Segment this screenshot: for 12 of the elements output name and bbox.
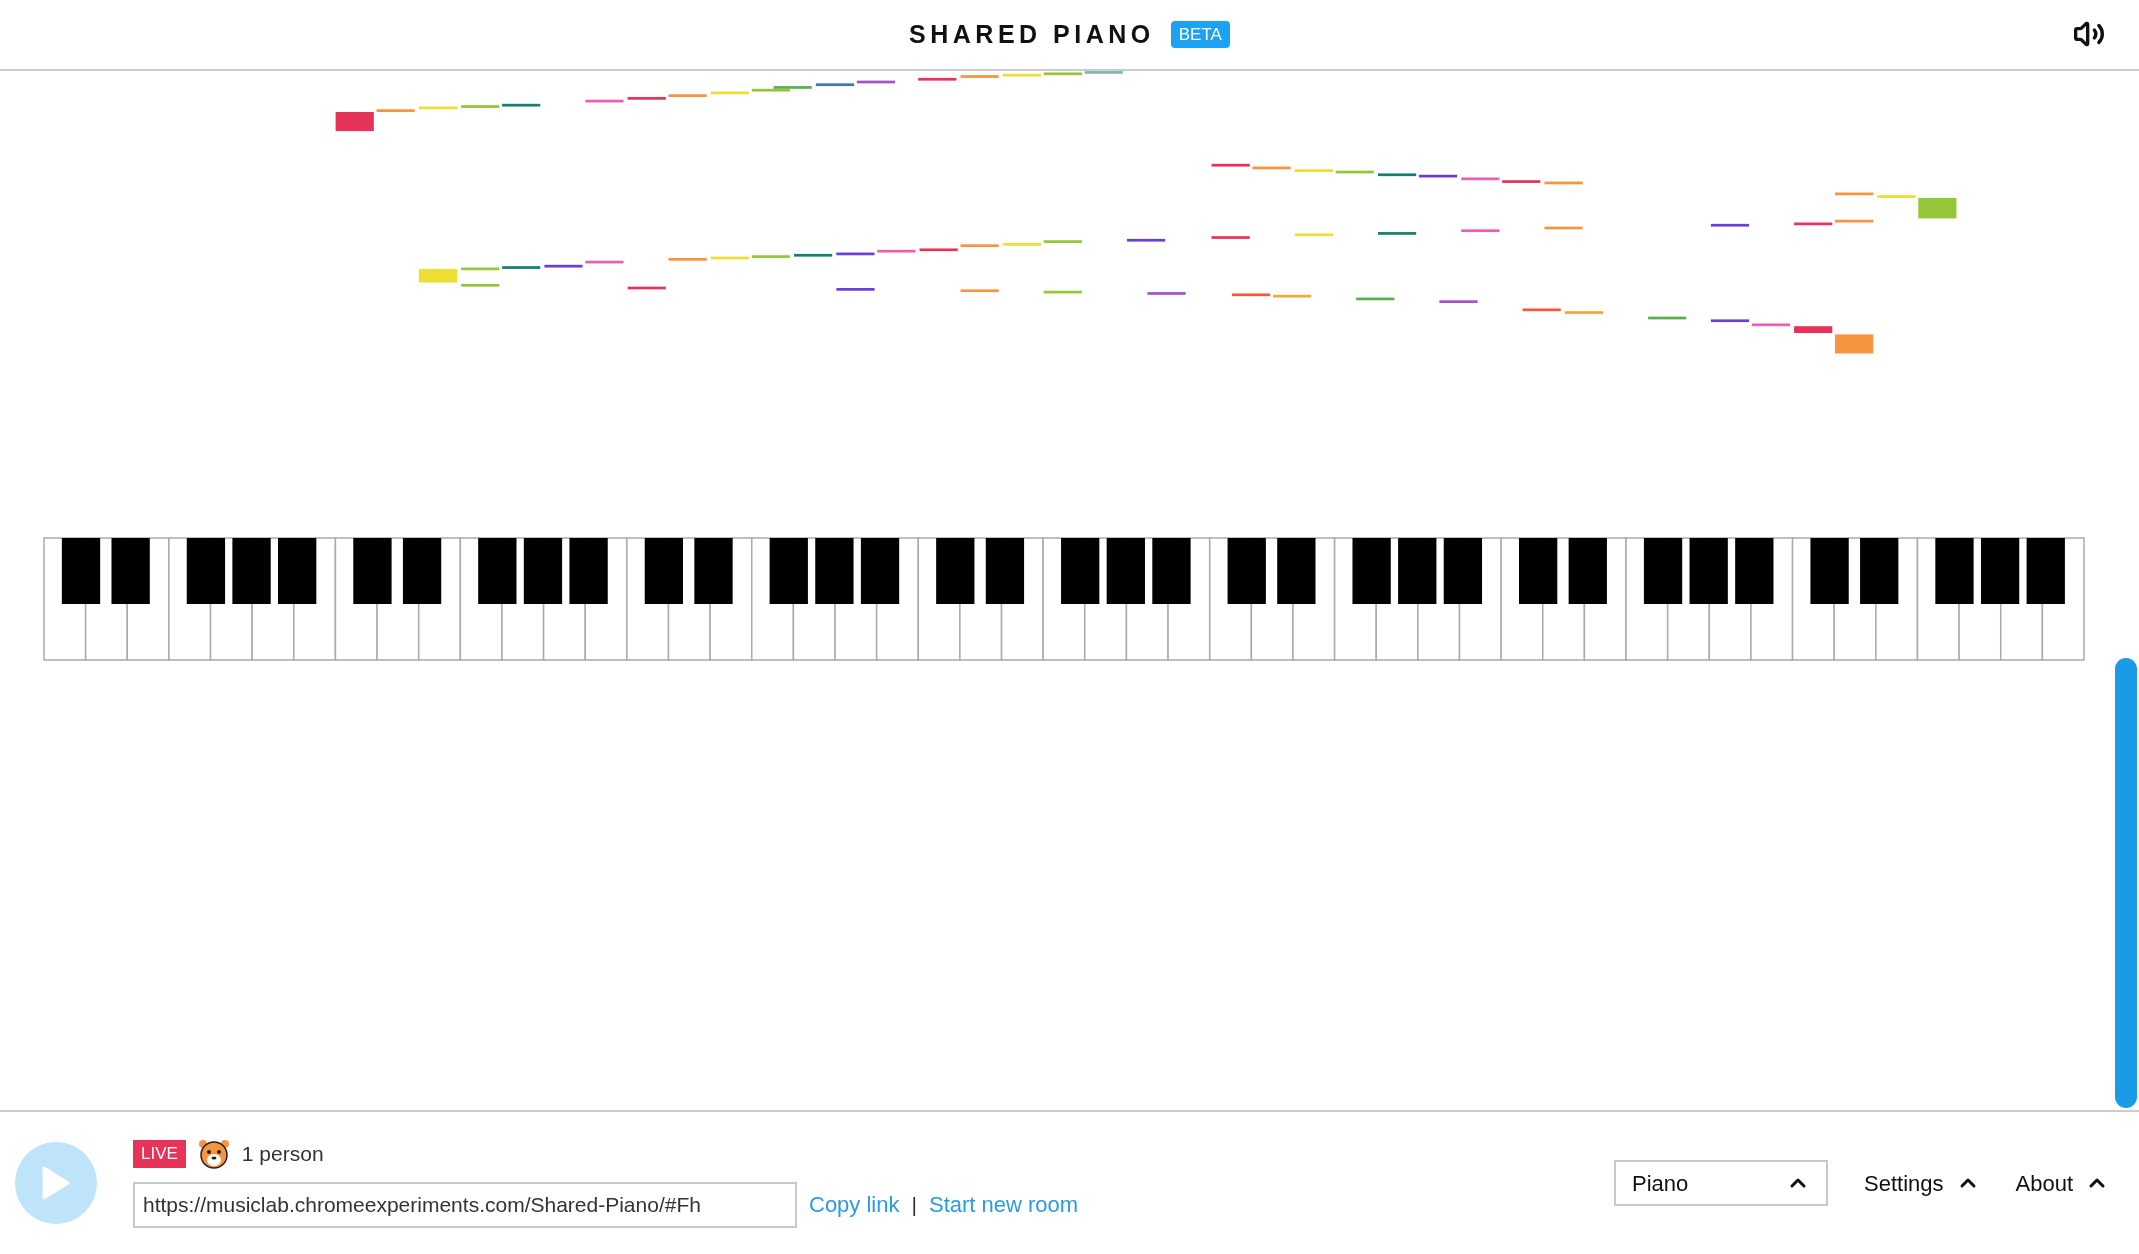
instrument-select[interactable]: Piano: [1614, 1160, 1828, 1206]
beta-badge: BETA: [1170, 20, 1230, 49]
piano-keyboard-drawing[interactable]: [43, 537, 2085, 661]
app-title: SHARED PIANO: [909, 18, 1155, 50]
people-count: 1 person: [241, 1141, 324, 1168]
room-url-field[interactable]: https://musiclab.chromeexperiments.com/Shared-Piano/#Fh: [133, 1181, 797, 1228]
scrollbar-thumb[interactable]: [2114, 658, 2137, 1108]
menu-toggle[interactable]: Settings: [1864, 1166, 1980, 1200]
play-icon: [42, 1166, 70, 1200]
menu-toggle[interactable]: About: [2015, 1166, 2109, 1200]
link-separator: |: [911, 1192, 917, 1218]
live-badge: LIVE: [133, 1140, 186, 1168]
